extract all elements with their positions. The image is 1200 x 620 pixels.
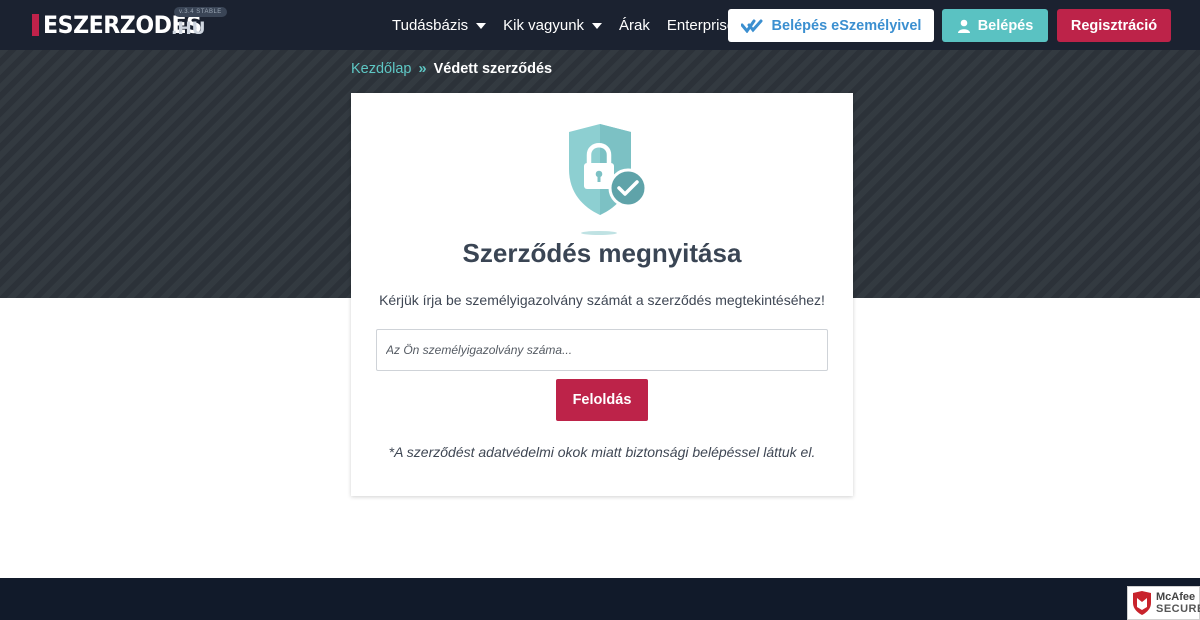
unlock-card: Szerződés megnyitása Kérjük írja be szem… xyxy=(351,93,853,496)
nav-item-label: Kik vagyunk xyxy=(503,16,585,34)
card-title: Szerződés megnyitása xyxy=(462,238,742,268)
version-badge: v.3.4 STABLE xyxy=(174,7,227,17)
main-nav: Tudásbázis Kik vagyunk Árak Enterprise xyxy=(392,0,752,50)
breadcrumb-home-link[interactable]: Kezdőlap xyxy=(351,61,411,77)
card-description: Kérjük írja be személyigazolvány számát … xyxy=(379,292,825,308)
eid-check-icon xyxy=(740,19,763,33)
logo-tld: .HU xyxy=(171,19,206,39)
register-button[interactable]: Regisztráció xyxy=(1057,9,1171,42)
nav-item-tudasbazis[interactable]: Tudásbázis xyxy=(392,16,487,34)
site-logo[interactable]: ESZERZODES .HU v.3.4 STABLE xyxy=(32,7,227,40)
nav-item-label: Tudásbázis xyxy=(392,16,469,34)
eid-login-button[interactable]: Belépés eSzemélyivel xyxy=(728,9,934,42)
logo-mark xyxy=(32,14,39,36)
login-label: Belépés xyxy=(977,17,1034,34)
breadcrumb-current: Védett szerződés xyxy=(433,61,553,77)
breadcrumb: Kezdőlap » Védett szerződés xyxy=(351,61,552,77)
user-icon xyxy=(957,19,971,33)
shield-lock-check-icon xyxy=(567,123,651,239)
nav-item-label: Árak xyxy=(619,16,650,34)
id-number-input[interactable] xyxy=(376,329,828,371)
login-button[interactable]: Belépés xyxy=(942,9,1048,42)
unlock-button[interactable]: Feloldás xyxy=(556,379,648,421)
mcafee-secure-badge[interactable]: McAfee SECURE xyxy=(1127,586,1200,620)
security-note: *A szerződést adatvédelmi okok miatt biz… xyxy=(388,444,816,460)
nav-item-label: Enterprise xyxy=(666,16,736,34)
mcafee-secure-label: SECURE xyxy=(1156,603,1200,615)
nav-item-arak[interactable]: Árak xyxy=(619,17,650,34)
chevron-down-icon xyxy=(592,22,603,29)
mcafee-text: McAfee SECURE xyxy=(1156,591,1200,615)
top-navbar: ESZERZODES .HU v.3.4 STABLE Tudásbázis K… xyxy=(0,0,1200,50)
nav-item-kik-vagyunk[interactable]: Kik vagyunk xyxy=(503,16,603,34)
mcafee-brand: McAfee xyxy=(1156,591,1196,603)
eid-login-label: Belépés eSzemélyivel xyxy=(771,17,922,34)
footer xyxy=(0,578,1200,620)
mcafee-shield-icon xyxy=(1132,591,1152,615)
nav-item-enterprise[interactable]: Enterprise xyxy=(667,17,735,34)
chevron-down-icon xyxy=(476,22,487,29)
breadcrumb-separator: » xyxy=(418,61,427,77)
register-label: Regisztráció xyxy=(1070,17,1158,34)
